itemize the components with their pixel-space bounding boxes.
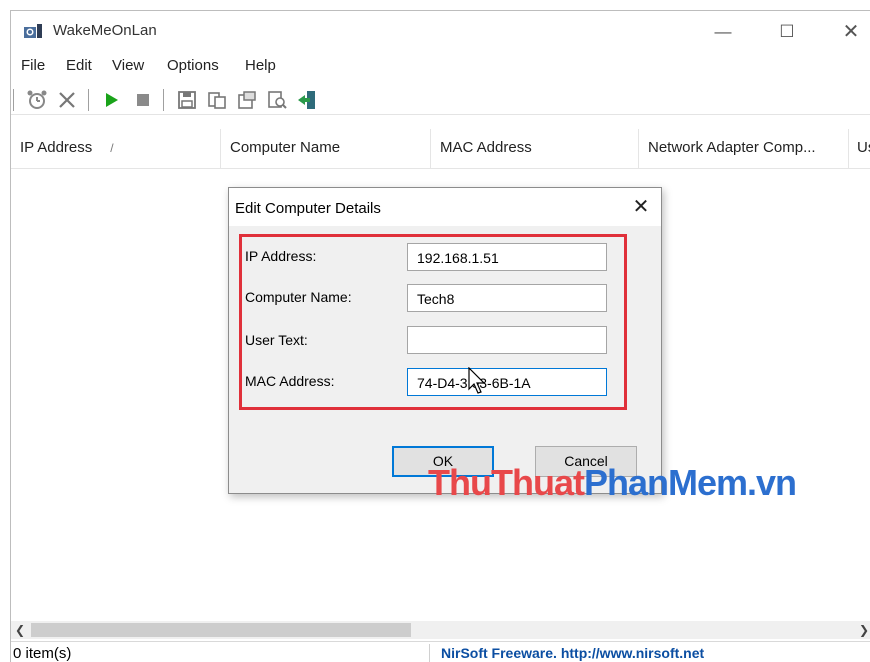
scroll-thumb[interactable] bbox=[31, 623, 411, 637]
save-icon[interactable] bbox=[175, 88, 199, 112]
toolbar-separator bbox=[88, 89, 89, 111]
window-title: WakeMeOnLan bbox=[53, 22, 157, 39]
column-label: Computer Name bbox=[230, 139, 341, 156]
dialog-close-button[interactable]: ✕ bbox=[627, 194, 655, 220]
edit-computer-dialog: Edit Computer Details ✕ IP Address: 192.… bbox=[228, 187, 662, 494]
scroll-right-icon[interactable]: ❯ bbox=[857, 621, 870, 639]
minimize-button[interactable]: — bbox=[709, 19, 737, 45]
sort-indicator-icon: / bbox=[110, 141, 114, 155]
computer-name-label: Computer Name: bbox=[245, 289, 352, 305]
menu-help[interactable]: Help bbox=[245, 57, 276, 74]
stop-icon[interactable] bbox=[131, 88, 155, 112]
mac-address-field[interactable]: 74-D4-3 03-6B-1A bbox=[407, 368, 607, 396]
column-label: Us bbox=[857, 139, 870, 156]
toolbar bbox=[11, 85, 870, 115]
status-bar: 0 item(s) NirSoft Freeware. http://www.n… bbox=[11, 641, 870, 662]
copy-icon[interactable] bbox=[205, 88, 229, 112]
app-icon bbox=[24, 24, 42, 38]
item-count: 0 item(s) bbox=[13, 645, 72, 662]
watermark-part-2: PhanMem bbox=[583, 462, 748, 503]
watermark: ThuThuatPhanMem.vn bbox=[428, 462, 797, 504]
alarm-clock-icon[interactable] bbox=[25, 88, 49, 112]
play-icon[interactable] bbox=[99, 88, 123, 112]
watermark-part-3: .vn bbox=[747, 462, 797, 503]
menu-options[interactable]: Options bbox=[167, 57, 219, 74]
mouse-cursor-icon bbox=[468, 367, 485, 394]
scroll-left-icon[interactable]: ❮ bbox=[11, 621, 29, 639]
dialog-title: Edit Computer Details bbox=[235, 200, 381, 217]
nirsoft-link[interactable]: NirSoft Freeware. http://www.nirsoft.net bbox=[441, 645, 704, 661]
ip-address-field[interactable]: 192.168.1.51 bbox=[407, 243, 607, 271]
menu-file[interactable]: File bbox=[21, 57, 45, 74]
column-header-network-adapter[interactable]: Network Adapter Comp... bbox=[639, 129, 849, 169]
status-separator bbox=[429, 644, 430, 662]
find-icon[interactable] bbox=[265, 88, 289, 112]
column-header-computer-name[interactable]: Computer Name bbox=[221, 129, 431, 169]
computer-name-field[interactable]: Tech8 bbox=[407, 284, 607, 312]
delete-icon[interactable] bbox=[55, 88, 79, 112]
watermark-part-1: ThuThuat bbox=[428, 462, 585, 503]
ip-address-label: IP Address: bbox=[245, 248, 317, 264]
column-header-ip-address[interactable]: IP Address / bbox=[11, 129, 221, 169]
user-text-field[interactable] bbox=[407, 326, 607, 354]
column-label: IP Address bbox=[20, 139, 93, 156]
column-header-mac-address[interactable]: MAC Address bbox=[431, 129, 639, 169]
dialog-title-bar: Edit Computer Details ✕ bbox=[229, 188, 661, 226]
mac-address-label: MAC Address: bbox=[245, 373, 335, 389]
column-label: MAC Address bbox=[440, 139, 532, 156]
properties-icon[interactable] bbox=[235, 88, 259, 112]
column-label: Network Adapter Comp... bbox=[648, 139, 816, 156]
title-bar: WakeMeOnLan — ☐ ✕ bbox=[11, 11, 870, 51]
toolbar-separator bbox=[163, 89, 164, 111]
menu-edit[interactable]: Edit bbox=[66, 57, 92, 74]
column-header-user[interactable]: Us bbox=[849, 129, 870, 169]
close-window-button[interactable]: ✕ bbox=[837, 19, 865, 45]
menu-view[interactable]: View bbox=[112, 57, 144, 74]
toolbar-separator bbox=[13, 89, 14, 111]
user-text-label: User Text: bbox=[245, 332, 308, 348]
maximize-button[interactable]: ☐ bbox=[773, 19, 801, 45]
exit-icon[interactable] bbox=[295, 88, 319, 112]
horizontal-scrollbar[interactable]: ❮ ❯ bbox=[11, 621, 870, 639]
